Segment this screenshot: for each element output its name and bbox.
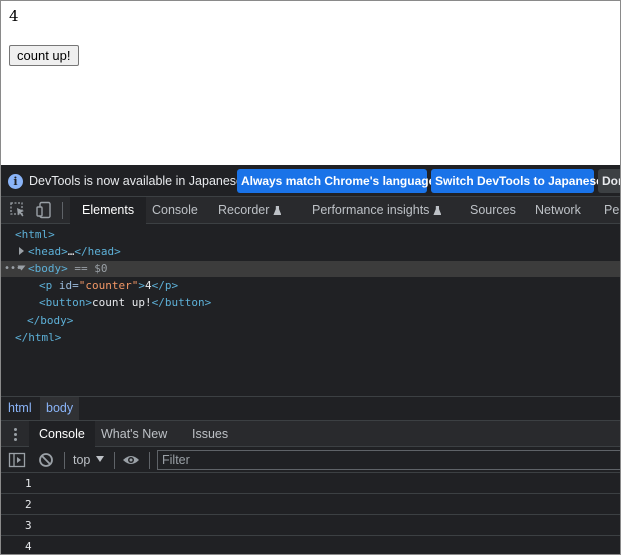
page-viewport: 4 count up! — [1, 1, 620, 164]
selected-node-marker: == $0 — [74, 262, 108, 275]
toolbar-divider — [64, 452, 65, 469]
breadcrumb-body[interactable]: body — [40, 397, 80, 420]
tab-recorder-label: Recorder — [218, 203, 270, 217]
always-match-language-button[interactable]: Always match Chrome's language — [237, 169, 435, 193]
body-open-tag: <body> — [28, 262, 68, 275]
console-messages: 1 2 3 4 — [1, 474, 620, 554]
p-text: 4 — [144, 279, 152, 292]
live-expression-eye-icon[interactable] — [122, 451, 140, 469]
devtools-tabbar: Elements Console Recorder Performance in… — [1, 197, 620, 224]
counter-text: 4 — [9, 7, 19, 25]
html-open-tag: <html> — [15, 228, 55, 241]
toolbar-divider — [114, 452, 115, 469]
context-selector[interactable]: top — [73, 447, 105, 473]
info-icon: i — [8, 174, 23, 189]
context-selector-label: top — [73, 453, 91, 467]
head-close-tag: </head> — [74, 245, 121, 258]
tab-performance[interactable]: Performance — [604, 197, 620, 224]
drawer-tab-console[interactable]: Console — [29, 421, 95, 447]
html-close-tag: </html> — [15, 331, 62, 344]
dom-node-body-close[interactable]: </body> — [1, 313, 620, 329]
console-message-text: 4 — [25, 540, 32, 553]
console-message-text: 1 — [25, 477, 32, 490]
console-message-text: 2 — [25, 498, 32, 511]
collapse-triangle-icon[interactable] — [17, 261, 27, 277]
dont-show-again-button[interactable]: Don't show again — [598, 169, 620, 193]
drawer-tab-whats-new[interactable]: What's New — [101, 421, 167, 447]
expand-triangle-icon[interactable] — [19, 244, 27, 260]
p-attr-name: id= — [58, 279, 79, 292]
count-up-button[interactable]: count up! — [9, 45, 79, 66]
dom-node-html[interactable]: <html> — [1, 227, 620, 243]
console-toolbar: top Filter — [1, 447, 620, 473]
tab-recorder[interactable]: Recorder — [218, 197, 282, 224]
p-open-end: > — [138, 279, 145, 292]
dom-tree: <html> <head>…</head> ••• <body> == $0 <… — [1, 225, 620, 396]
p-attr-value: "counter" — [78, 279, 139, 292]
console-message: 3 — [1, 516, 620, 536]
p-close-tag: </p> — [151, 279, 179, 292]
dom-node-p[interactable]: <p id="counter">4</p> — [1, 278, 620, 294]
dom-node-button[interactable]: <button>count up!</button> — [1, 295, 620, 311]
switch-to-japanese-button[interactable]: Switch DevTools to Japanese — [431, 169, 603, 193]
inspect-element-icon[interactable] — [9, 201, 27, 219]
console-message: 4 — [1, 537, 620, 554]
dom-node-head[interactable]: <head>…</head> — [1, 244, 620, 260]
drawer-menu-icon[interactable] — [14, 428, 18, 442]
dom-node-body[interactable]: ••• <body> == $0 — [1, 261, 620, 277]
drawer-tabbar: Console What's New Issues — [1, 420, 620, 447]
tab-sources[interactable]: Sources — [470, 197, 516, 224]
console-filter-input[interactable]: Filter — [157, 450, 620, 470]
toolbar-divider — [149, 452, 150, 469]
console-message-text: 3 — [25, 519, 32, 532]
browser-window: 4 count up! i DevTools is now available … — [0, 0, 621, 555]
console-message: 1 — [1, 474, 620, 494]
button-close-tag: </button> — [151, 296, 212, 309]
toolbar-divider — [62, 202, 63, 219]
dropdown-arrow-icon — [96, 456, 105, 462]
tab-network[interactable]: Network — [535, 197, 581, 224]
tab-console[interactable]: Console — [152, 197, 198, 224]
breadcrumb-html[interactable]: html — [2, 397, 38, 420]
body-close-tag: </body> — [27, 314, 74, 327]
language-infobar: i DevTools is now available in Japanese!… — [1, 165, 620, 197]
tab-performance-insights[interactable]: Performance insights — [312, 197, 442, 224]
dom-node-html-close[interactable]: </html> — [1, 330, 620, 346]
drawer-tab-issues[interactable]: Issues — [192, 421, 228, 447]
button-text: count up! — [91, 296, 152, 309]
breadcrumb: html body — [1, 396, 620, 420]
tab-performance-insights-label: Performance insights — [312, 203, 430, 217]
experiment-icon — [433, 206, 442, 215]
devtools-panel: i DevTools is now available in Japanese!… — [1, 165, 620, 554]
button-open-tag: <button> — [39, 296, 92, 309]
infobar-message: DevTools is now available in Japanese! — [29, 174, 247, 188]
tab-elements[interactable]: Elements — [70, 197, 147, 224]
clear-console-icon[interactable] — [37, 451, 55, 469]
show-sidebar-icon[interactable] — [8, 451, 26, 469]
p-open-start: <p — [39, 279, 59, 292]
experiment-icon — [273, 206, 282, 215]
device-toolbar-icon[interactable] — [35, 201, 53, 219]
head-open-tag: <head> — [28, 245, 68, 258]
console-message: 2 — [1, 495, 620, 515]
